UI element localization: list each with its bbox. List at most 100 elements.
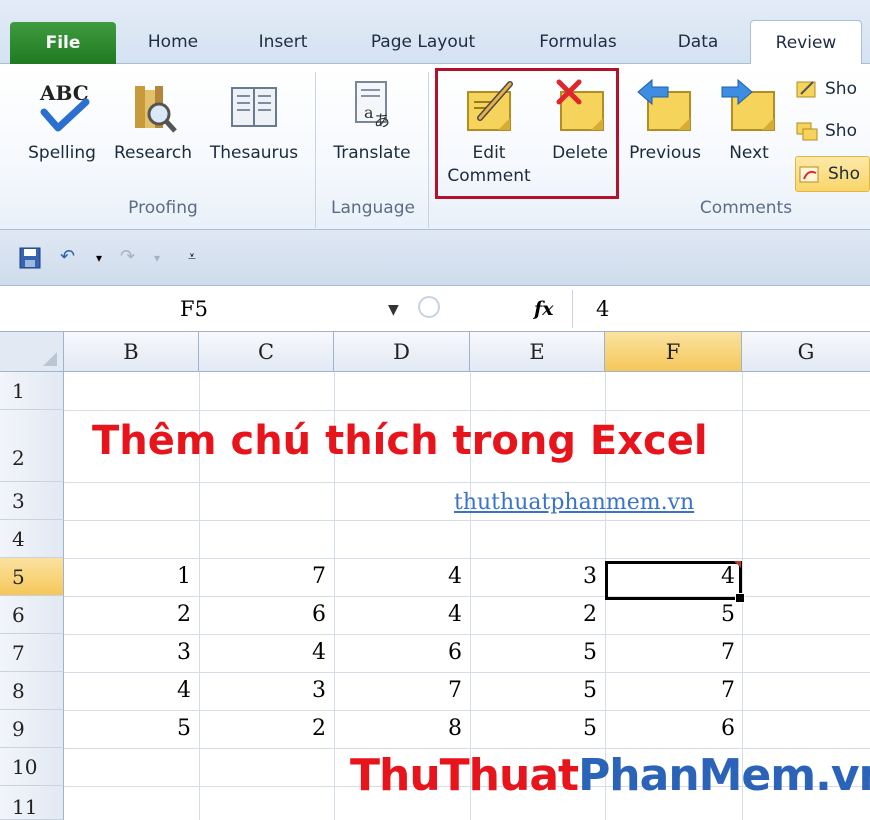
translate-icon: a あ (355, 81, 390, 130)
svg-text:a: a (364, 103, 374, 122)
next-comment-button[interactable]: Next (716, 76, 782, 165)
column-header-d[interactable]: D (334, 332, 470, 372)
show-hide-comment-label: Sho (825, 79, 857, 99)
show-hide-comment-icon (796, 81, 816, 98)
cell-d8[interactable]: 7 (334, 678, 462, 703)
cell-b6[interactable]: 2 (64, 602, 191, 627)
cell-e9[interactable]: 5 (470, 716, 597, 741)
comment-indicator-icon (734, 561, 741, 568)
show-ink-button[interactable]: Sho (795, 156, 870, 192)
redo-icon: ↷ (120, 246, 136, 267)
quick-access-toolbar: ↶ ▾ ↷ ▾ ⩡ (0, 230, 870, 286)
formula-separator (572, 290, 573, 328)
spelling-button[interactable]: ABC Spelling (18, 76, 106, 165)
group-separator (315, 72, 316, 228)
active-cell-selection[interactable] (605, 561, 745, 603)
column-header-b[interactable]: B (64, 332, 199, 372)
cell-c7[interactable]: 4 (199, 640, 326, 665)
name-box[interactable]: F5 ▼ (10, 292, 420, 326)
cancel-entry-icon (418, 296, 440, 318)
ribbon-review: ABC Spelling Research Thesaurus Proofing… (0, 64, 870, 230)
row-header-9[interactable]: 9 (0, 710, 64, 748)
cell-e6[interactable]: 2 (470, 602, 597, 627)
gridline (64, 558, 870, 559)
cell-c6[interactable]: 6 (199, 602, 326, 627)
cell-c8[interactable]: 3 (199, 678, 326, 703)
gridline (64, 748, 870, 749)
row-header-6[interactable]: 6 (0, 596, 64, 634)
cell-d9[interactable]: 8 (334, 716, 462, 741)
column-header-c[interactable]: C (199, 332, 334, 372)
insert-function-icon[interactable]: fx (534, 292, 554, 326)
group-label-comments: Comments (699, 198, 793, 218)
research-button[interactable]: Research (108, 76, 198, 165)
worksheet-grid: B C D E F G 1 2 3 4 5 6 7 8 9 10 11 Thêm… (0, 332, 870, 820)
cell-b7[interactable]: 3 (64, 640, 191, 665)
gridline (64, 482, 870, 483)
cell-b5[interactable]: 1 (64, 564, 191, 589)
cell-f8[interactable]: 7 (605, 678, 735, 703)
tab-insert[interactable]: Insert (238, 20, 328, 64)
formula-bar: F5 ▼ fx 4 (0, 286, 870, 332)
column-header-f[interactable]: F (605, 332, 742, 372)
gridline (64, 710, 870, 711)
next-comment-label: Next (729, 143, 769, 163)
row-header-4[interactable]: 4 (0, 520, 64, 558)
watermark: ThuThuatPhanMem.vn (350, 750, 870, 801)
tab-data[interactable]: Data (656, 20, 740, 64)
thesaurus-icon (231, 87, 277, 127)
cell-d6[interactable]: 4 (334, 602, 462, 627)
cell-b9[interactable]: 5 (64, 716, 191, 741)
row-header-11[interactable]: 11 (0, 786, 64, 820)
row-header-8[interactable]: 8 (0, 672, 64, 710)
undo-icon[interactable]: ↶ (60, 246, 75, 267)
show-all-comments-button[interactable]: Sho (795, 116, 857, 146)
cell-d5[interactable]: 4 (334, 564, 462, 589)
tab-file[interactable]: File (10, 22, 116, 64)
row-header-2[interactable]: 2 (0, 410, 64, 482)
cell-e5[interactable]: 3 (470, 564, 597, 589)
group-label-language: Language (331, 198, 415, 218)
tab-formulas[interactable]: Formulas (518, 20, 638, 64)
row-header-5[interactable]: 5 (0, 558, 64, 596)
select-all-corner[interactable] (0, 332, 64, 372)
redo-dropdown-icon: ▾ (154, 251, 161, 265)
sheet-hyperlink[interactable]: thuthuatphanmem.vn (454, 490, 694, 515)
translate-button[interactable]: a あ Translate (324, 76, 420, 165)
cell-f6[interactable]: 5 (605, 602, 735, 627)
row-header-7[interactable]: 7 (0, 634, 64, 672)
previous-comment-label: Previous (629, 143, 701, 163)
column-header-e[interactable]: E (470, 332, 605, 372)
row-header-1[interactable]: 1 (0, 372, 64, 410)
cell-c5[interactable]: 7 (199, 564, 326, 589)
save-icon[interactable] (18, 246, 42, 275)
cell-e7[interactable]: 5 (470, 640, 597, 665)
cell-b8[interactable]: 4 (64, 678, 191, 703)
show-hide-comment-button[interactable]: Sho (795, 74, 857, 104)
tab-review[interactable]: Review (750, 20, 862, 65)
tab-page-layout[interactable]: Page Layout (348, 20, 498, 64)
row-header-10[interactable]: 10 (0, 748, 64, 786)
research-icon (135, 86, 177, 133)
name-box-dropdown-icon[interactable]: ▼ (388, 293, 399, 327)
column-header-g[interactable]: G (742, 332, 870, 372)
cell-d7[interactable]: 6 (334, 640, 462, 665)
cell-c9[interactable]: 2 (199, 716, 326, 741)
show-all-comments-icon (796, 122, 818, 141)
undo-dropdown-icon[interactable]: ▾ (96, 251, 102, 265)
spelling-label: Spelling (28, 143, 96, 163)
cell-e8[interactable]: 5 (470, 678, 597, 703)
cell-f7[interactable]: 7 (605, 640, 735, 665)
thesaurus-button[interactable]: Thesaurus (202, 76, 306, 165)
customize-qat-icon[interactable]: ⩡ (188, 249, 196, 265)
group-separator (428, 72, 429, 228)
previous-comment-button[interactable]: Previous (622, 76, 708, 165)
svg-text:あ: あ (374, 111, 390, 130)
gridline (64, 634, 870, 635)
row-header-3[interactable]: 3 (0, 482, 64, 520)
cell-f9[interactable]: 6 (605, 716, 735, 741)
tab-home[interactable]: Home (128, 20, 218, 64)
highlight-box (435, 68, 619, 199)
thesaurus-label: Thesaurus (209, 143, 299, 163)
formula-input[interactable]: 4 (596, 292, 609, 326)
